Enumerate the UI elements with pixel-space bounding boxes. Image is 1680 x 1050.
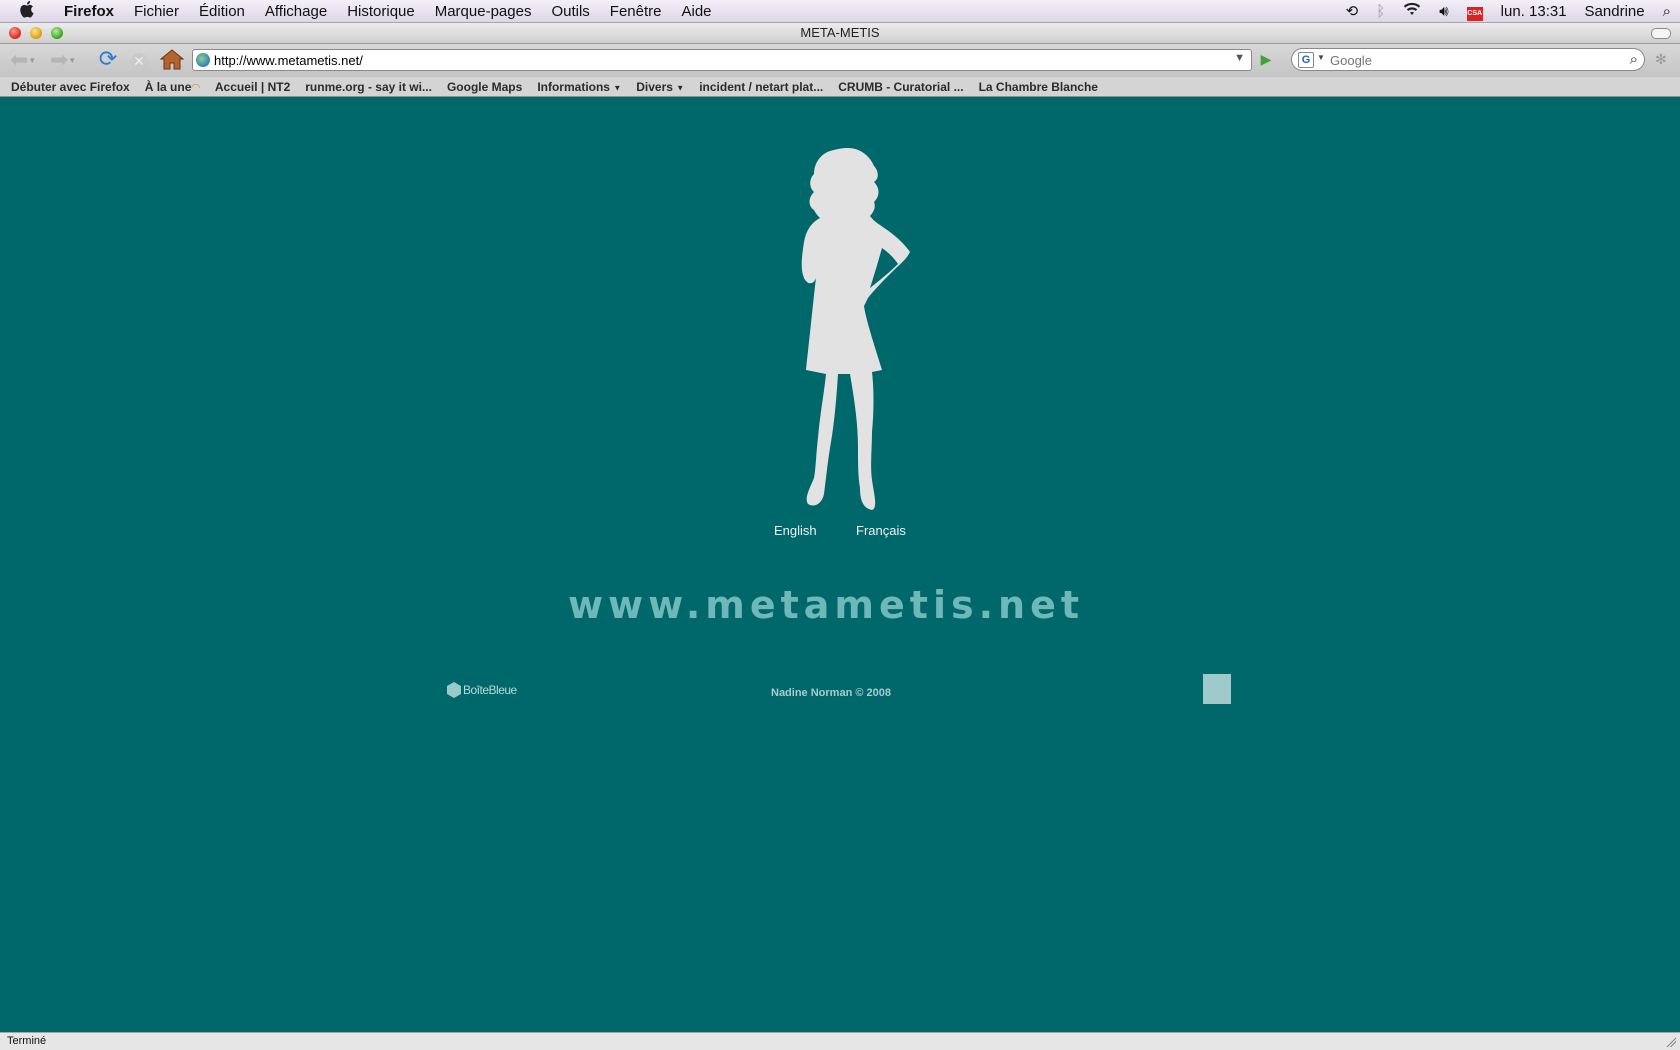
chambre-blanche-logo[interactable] — [1203, 674, 1231, 704]
search-icon[interactable]: ⌕ — [1630, 50, 1638, 68]
menu-affichage[interactable]: Affichage — [255, 3, 337, 20]
chevron-down-icon: ▼ — [676, 82, 685, 92]
menu-firefox[interactable]: Firefox — [54, 3, 124, 20]
menu-fichier[interactable]: Fichier — [124, 3, 189, 20]
woman-silhouette-image — [801, 148, 910, 510]
menu-marque-pages[interactable]: Marque-pages — [425, 3, 542, 20]
forward-arrow-icon: ➡ — [49, 48, 69, 73]
boitebleue-logo[interactable]: BoîteBleue — [447, 682, 517, 698]
reload-icon[interactable]: ⟳ — [96, 48, 120, 72]
hexagon-icon — [447, 682, 461, 698]
apple-menu-icon[interactable] — [0, 0, 54, 22]
window-title-bar: META-METIS — [0, 23, 1680, 44]
menu-edition[interactable]: Édition — [189, 3, 255, 20]
site-globe-icon — [196, 53, 210, 67]
minimize-window-icon[interactable] — [30, 27, 42, 39]
close-window-icon[interactable] — [9, 27, 21, 39]
search-bar[interactable]: G ▼ ⌕ — [1291, 48, 1645, 71]
bookmark-accueil-nt2[interactable]: Accueil | NT2 — [209, 80, 296, 94]
menu-bar: Firefox Fichier Édition Affichage Histor… — [0, 0, 1680, 23]
bookmarks-toolbar: Débuter avec Firefox À la une◠ Accueil |… — [0, 77, 1680, 97]
menu-historique[interactable]: Historique — [337, 3, 425, 20]
bookmark-crumb[interactable]: CRUMB - Curatorial ... — [832, 80, 969, 94]
input-flag-icon[interactable]: CSA — [1458, 2, 1492, 21]
stop-icon[interactable]: ✕ — [128, 48, 150, 72]
site-title: www.metametis.net — [567, 583, 1085, 627]
wifi-icon[interactable] — [1394, 2, 1430, 20]
url-input[interactable] — [214, 51, 1204, 69]
bluetooth-icon[interactable]: ᛒ — [1367, 2, 1394, 20]
url-history-dropdown-icon[interactable]: ▼ — [1234, 52, 1245, 64]
time-machine-icon[interactable]: ⟲ — [1337, 2, 1368, 20]
bookmark-folder-divers[interactable]: Divers ▼ — [630, 80, 690, 94]
menubar-user[interactable]: Sandrine — [1576, 3, 1654, 20]
go-icon[interactable]: ▶ — [1258, 52, 1274, 68]
bookmark-debuter-firefox[interactable]: Débuter avec Firefox — [5, 80, 136, 94]
bookmark-incident[interactable]: incident / netart plat... — [693, 80, 829, 94]
engine-dropdown-icon[interactable]: ▼ — [1317, 53, 1325, 62]
menubar-clock[interactable]: lun. 13:31 — [1492, 3, 1576, 20]
status-text: Terminé — [7, 1035, 47, 1047]
window-title: META-METIS — [800, 25, 880, 40]
spotlight-icon[interactable]: ⌕ — [1654, 2, 1680, 20]
bookmark-chambre-blanche[interactable]: La Chambre Blanche — [973, 80, 1104, 94]
bookmark-folder-informations[interactable]: Informations ▼ — [531, 80, 627, 94]
francais-link[interactable]: Français — [856, 523, 906, 538]
home-icon[interactable] — [159, 48, 185, 72]
loading-spinner-icon: ✻ — [1655, 52, 1667, 68]
zoom-window-icon[interactable] — [51, 27, 63, 39]
menu-aide[interactable]: Aide — [672, 3, 722, 20]
navigation-toolbar: ⬅▼ ➡▼ ⟳ ✕ ▼ ▶ G ▼ ⌕ ✻ — [0, 44, 1680, 77]
bookmark-runme[interactable]: runme.org - say it wi... — [299, 80, 438, 94]
url-bar[interactable]: ▼ — [192, 49, 1252, 71]
chevron-down-icon: ▼ — [613, 82, 622, 92]
menu-fenetre[interactable]: Fenêtre — [600, 3, 672, 20]
bookmark-a-la-une[interactable]: À la une◠ — [139, 80, 206, 94]
search-input[interactable] — [1330, 51, 1600, 69]
copyright-text: Nadine Norman © 2008 — [771, 687, 891, 699]
menu-outils[interactable]: Outils — [541, 3, 599, 20]
forward-button[interactable]: ➡▼ — [46, 48, 80, 73]
status-bar: Terminé — [0, 1032, 1680, 1050]
bookmark-google-maps[interactable]: Google Maps — [441, 80, 528, 94]
toolbar-toggle-icon[interactable] — [1651, 28, 1671, 39]
back-arrow-icon: ⬅ — [9, 48, 29, 73]
back-button[interactable]: ⬅▼ — [6, 48, 40, 73]
english-link[interactable]: English — [774, 523, 817, 538]
rss-icon: ◠ — [191, 80, 200, 94]
resize-grip-icon[interactable] — [1665, 1036, 1676, 1047]
volume-icon[interactable]: 🔊︎ — [1430, 2, 1457, 20]
google-engine-icon[interactable]: G — [1298, 52, 1314, 68]
